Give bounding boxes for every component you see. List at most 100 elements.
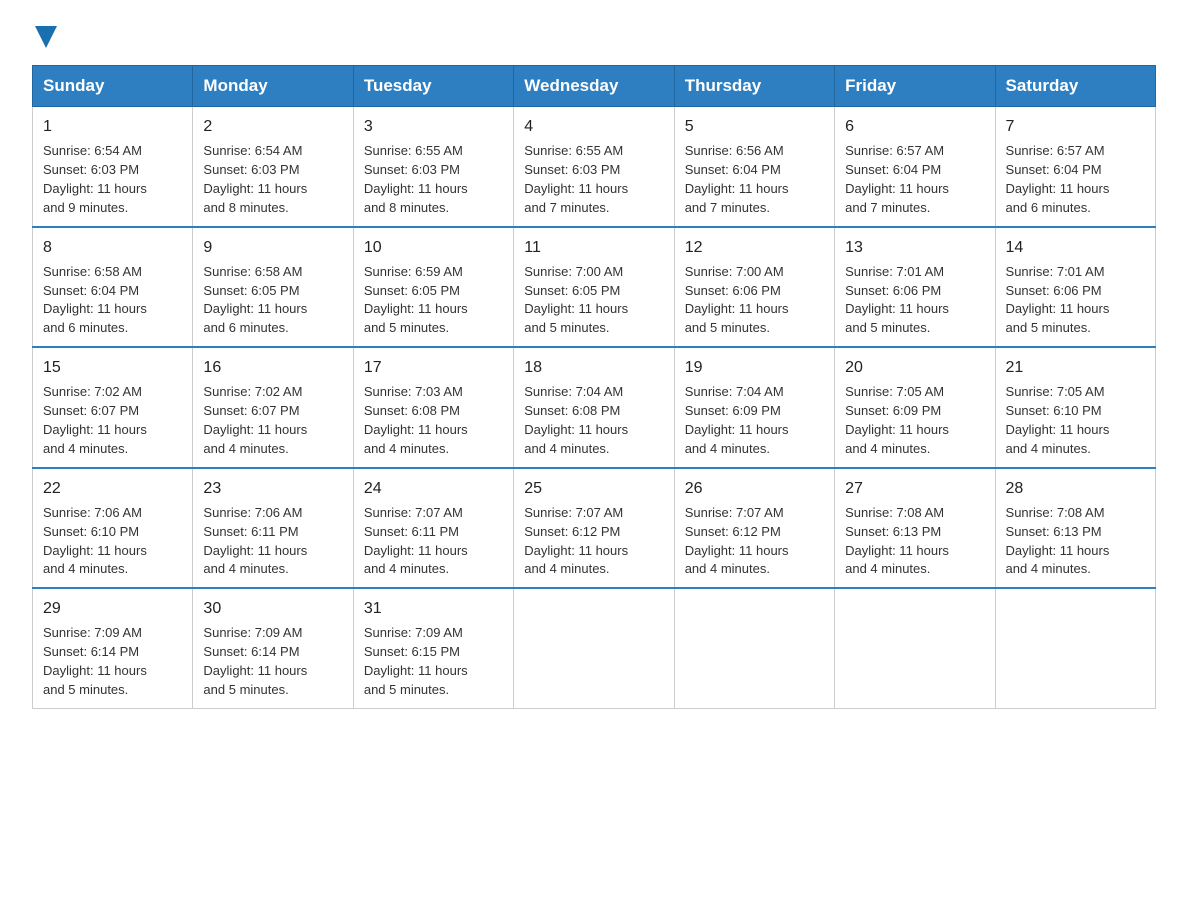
sunset-label: Sunset: 6:12 PM — [524, 524, 620, 539]
day-number: 1 — [43, 115, 182, 138]
day-number: 8 — [43, 236, 182, 259]
daylight-label: Daylight: 11 hoursand 7 minutes. — [845, 181, 949, 215]
calendar-cell: 12 Sunrise: 7:00 AM Sunset: 6:06 PM Dayl… — [674, 227, 834, 348]
sunset-label: Sunset: 6:09 PM — [685, 403, 781, 418]
day-number: 9 — [203, 236, 342, 259]
sunrise-label: Sunrise: 6:54 AM — [43, 143, 142, 158]
daylight-label: Daylight: 11 hoursand 9 minutes. — [43, 181, 147, 215]
daylight-label: Daylight: 11 hoursand 5 minutes. — [685, 301, 789, 335]
day-number: 27 — [845, 477, 984, 500]
sunset-label: Sunset: 6:03 PM — [43, 162, 139, 177]
calendar-week-row: 22 Sunrise: 7:06 AM Sunset: 6:10 PM Dayl… — [33, 468, 1156, 589]
sunset-label: Sunset: 6:11 PM — [203, 524, 298, 539]
sunset-label: Sunset: 6:13 PM — [845, 524, 941, 539]
sunset-label: Sunset: 6:14 PM — [203, 644, 299, 659]
day-number: 3 — [364, 115, 503, 138]
daylight-label: Daylight: 11 hoursand 4 minutes. — [685, 543, 789, 577]
calendar-cell: 13 Sunrise: 7:01 AM Sunset: 6:06 PM Dayl… — [835, 227, 995, 348]
logo-triangle-icon — [35, 26, 57, 48]
sunrise-label: Sunrise: 7:03 AM — [364, 384, 463, 399]
day-number: 2 — [203, 115, 342, 138]
daylight-label: Daylight: 11 hoursand 4 minutes. — [1006, 422, 1110, 456]
day-number: 26 — [685, 477, 824, 500]
sunrise-label: Sunrise: 6:59 AM — [364, 264, 463, 279]
calendar-cell: 6 Sunrise: 6:57 AM Sunset: 6:04 PM Dayli… — [835, 107, 995, 227]
sunrise-label: Sunrise: 6:58 AM — [43, 264, 142, 279]
day-header-monday: Monday — [193, 66, 353, 107]
day-number: 20 — [845, 356, 984, 379]
day-number: 10 — [364, 236, 503, 259]
daylight-label: Daylight: 11 hoursand 4 minutes. — [845, 543, 949, 577]
daylight-label: Daylight: 11 hoursand 5 minutes. — [43, 663, 147, 697]
sunrise-label: Sunrise: 7:05 AM — [845, 384, 944, 399]
day-number: 31 — [364, 597, 503, 620]
sunset-label: Sunset: 6:03 PM — [203, 162, 299, 177]
day-number: 4 — [524, 115, 663, 138]
sunset-label: Sunset: 6:12 PM — [685, 524, 781, 539]
sunset-label: Sunset: 6:10 PM — [43, 524, 139, 539]
sunrise-label: Sunrise: 6:57 AM — [1006, 143, 1105, 158]
day-number: 7 — [1006, 115, 1145, 138]
daylight-label: Daylight: 11 hoursand 4 minutes. — [685, 422, 789, 456]
calendar-cell: 27 Sunrise: 7:08 AM Sunset: 6:13 PM Dayl… — [835, 468, 995, 589]
daylight-label: Daylight: 11 hoursand 5 minutes. — [364, 301, 468, 335]
sunset-label: Sunset: 6:14 PM — [43, 644, 139, 659]
sunset-label: Sunset: 6:05 PM — [364, 283, 460, 298]
sunrise-label: Sunrise: 7:02 AM — [43, 384, 142, 399]
sunset-label: Sunset: 6:05 PM — [524, 283, 620, 298]
sunrise-label: Sunrise: 7:00 AM — [685, 264, 784, 279]
sunrise-label: Sunrise: 7:09 AM — [203, 625, 302, 640]
calendar-cell: 24 Sunrise: 7:07 AM Sunset: 6:11 PM Dayl… — [353, 468, 513, 589]
sunrise-label: Sunrise: 6:56 AM — [685, 143, 784, 158]
calendar-cell: 4 Sunrise: 6:55 AM Sunset: 6:03 PM Dayli… — [514, 107, 674, 227]
sunrise-label: Sunrise: 7:04 AM — [524, 384, 623, 399]
day-number: 21 — [1006, 356, 1145, 379]
daylight-label: Daylight: 11 hoursand 5 minutes. — [364, 663, 468, 697]
daylight-label: Daylight: 11 hoursand 4 minutes. — [524, 422, 628, 456]
calendar-week-row: 8 Sunrise: 6:58 AM Sunset: 6:04 PM Dayli… — [33, 227, 1156, 348]
calendar-cell: 18 Sunrise: 7:04 AM Sunset: 6:08 PM Dayl… — [514, 347, 674, 468]
sunset-label: Sunset: 6:04 PM — [685, 162, 781, 177]
sunset-label: Sunset: 6:15 PM — [364, 644, 460, 659]
calendar-header-row: SundayMondayTuesdayWednesdayThursdayFrid… — [33, 66, 1156, 107]
daylight-label: Daylight: 11 hoursand 6 minutes. — [43, 301, 147, 335]
day-number: 16 — [203, 356, 342, 379]
sunrise-label: Sunrise: 7:08 AM — [1006, 505, 1105, 520]
sunrise-label: Sunrise: 7:08 AM — [845, 505, 944, 520]
daylight-label: Daylight: 11 hoursand 4 minutes. — [524, 543, 628, 577]
sunset-label: Sunset: 6:04 PM — [43, 283, 139, 298]
calendar-cell — [674, 588, 834, 708]
sunset-label: Sunset: 6:09 PM — [845, 403, 941, 418]
daylight-label: Daylight: 11 hoursand 4 minutes. — [203, 422, 307, 456]
sunrise-label: Sunrise: 7:05 AM — [1006, 384, 1105, 399]
daylight-label: Daylight: 11 hoursand 4 minutes. — [1006, 543, 1110, 577]
calendar-cell: 11 Sunrise: 7:00 AM Sunset: 6:05 PM Dayl… — [514, 227, 674, 348]
sunrise-label: Sunrise: 6:57 AM — [845, 143, 944, 158]
calendar-table: SundayMondayTuesdayWednesdayThursdayFrid… — [32, 65, 1156, 709]
sunset-label: Sunset: 6:07 PM — [43, 403, 139, 418]
sunset-label: Sunset: 6:10 PM — [1006, 403, 1102, 418]
sunrise-label: Sunrise: 7:04 AM — [685, 384, 784, 399]
day-number: 14 — [1006, 236, 1145, 259]
day-header-wednesday: Wednesday — [514, 66, 674, 107]
calendar-cell: 15 Sunrise: 7:02 AM Sunset: 6:07 PM Dayl… — [33, 347, 193, 468]
calendar-cell: 29 Sunrise: 7:09 AM Sunset: 6:14 PM Dayl… — [33, 588, 193, 708]
calendar-cell: 14 Sunrise: 7:01 AM Sunset: 6:06 PM Dayl… — [995, 227, 1155, 348]
day-number: 23 — [203, 477, 342, 500]
daylight-label: Daylight: 11 hoursand 6 minutes. — [203, 301, 307, 335]
calendar-cell: 25 Sunrise: 7:07 AM Sunset: 6:12 PM Dayl… — [514, 468, 674, 589]
sunrise-label: Sunrise: 7:07 AM — [364, 505, 463, 520]
sunset-label: Sunset: 6:13 PM — [1006, 524, 1102, 539]
logo — [32, 24, 57, 45]
sunset-label: Sunset: 6:04 PM — [1006, 162, 1102, 177]
daylight-label: Daylight: 11 hoursand 4 minutes. — [203, 543, 307, 577]
daylight-label: Daylight: 11 hoursand 8 minutes. — [203, 181, 307, 215]
sunset-label: Sunset: 6:06 PM — [685, 283, 781, 298]
sunrise-label: Sunrise: 6:58 AM — [203, 264, 302, 279]
calendar-cell: 19 Sunrise: 7:04 AM Sunset: 6:09 PM Dayl… — [674, 347, 834, 468]
daylight-label: Daylight: 11 hoursand 4 minutes. — [43, 543, 147, 577]
daylight-label: Daylight: 11 hoursand 6 minutes. — [1006, 181, 1110, 215]
daylight-label: Daylight: 11 hoursand 7 minutes. — [685, 181, 789, 215]
day-number: 18 — [524, 356, 663, 379]
day-number: 13 — [845, 236, 984, 259]
